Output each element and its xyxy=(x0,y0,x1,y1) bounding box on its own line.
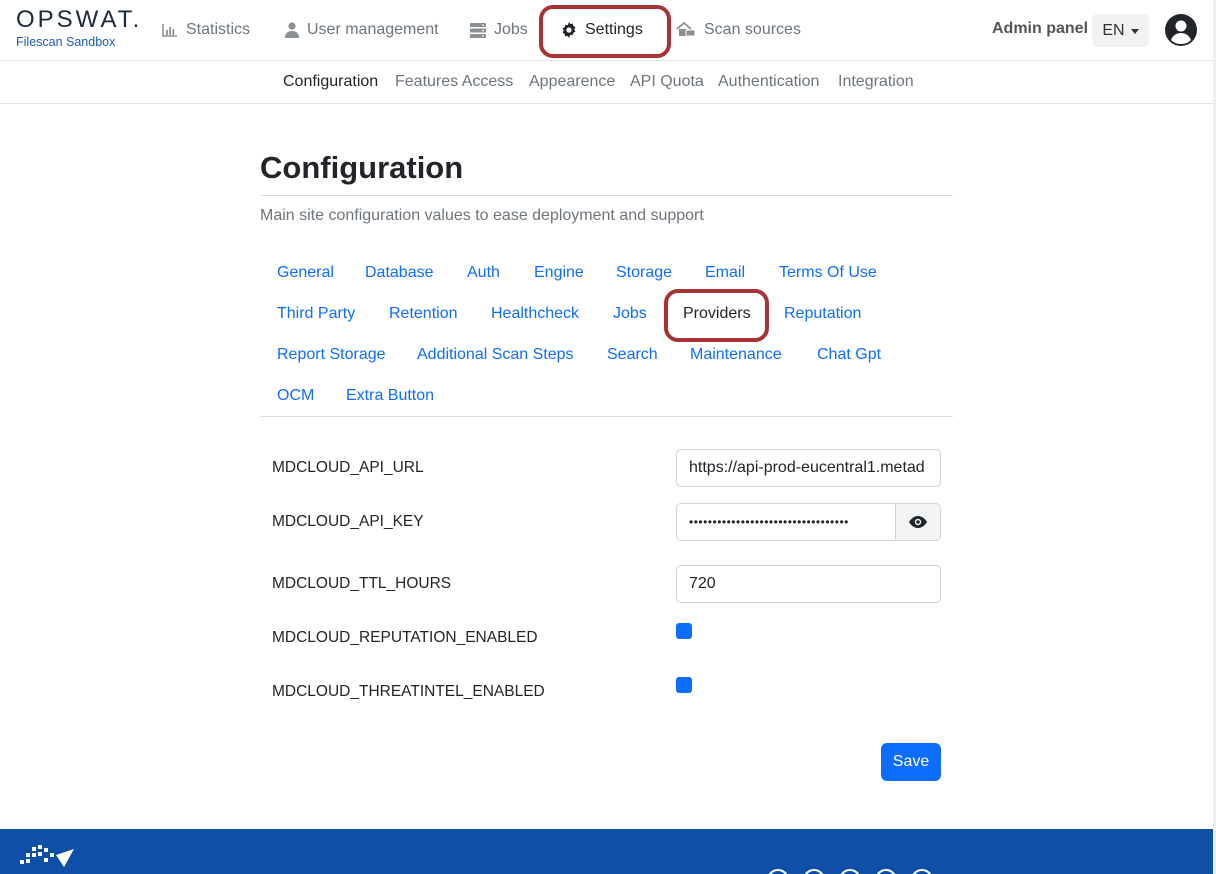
tab-general[interactable]: General xyxy=(277,264,334,282)
title-divider xyxy=(260,195,953,196)
admin-panel-link[interactable]: Admin panel xyxy=(992,20,1088,38)
language-label: EN xyxy=(1102,21,1125,39)
gear-icon xyxy=(562,22,576,38)
server-icon xyxy=(470,22,486,38)
save-button[interactable]: Save xyxy=(881,743,941,781)
tab-database[interactable]: Database xyxy=(365,264,434,282)
ttl-hours-input[interactable] xyxy=(676,565,941,603)
tab-storage[interactable]: Storage xyxy=(616,264,672,282)
tab-additional-scan-steps[interactable]: Additional Scan Steps xyxy=(417,346,574,364)
tab-reputation[interactable]: Reputation xyxy=(784,305,861,323)
subnav-appearence[interactable]: Appearence xyxy=(529,73,615,91)
nav-statistics[interactable]: Statistics xyxy=(162,16,250,44)
tab-maintenance[interactable]: Maintenance xyxy=(690,346,782,364)
subnav-features-access[interactable]: Features Access xyxy=(395,73,513,91)
api-url-input[interactable] xyxy=(676,449,941,487)
subnav-api-quota[interactable]: API Quota xyxy=(630,73,704,91)
threatintel-enabled-checkbox[interactable] xyxy=(676,677,692,693)
subnav-integration[interactable]: Integration xyxy=(838,73,914,91)
language-dropdown[interactable]: EN xyxy=(1092,14,1149,47)
bar-chart-icon xyxy=(162,24,177,37)
page-description: Main site configuration values to ease d… xyxy=(260,207,704,224)
user-avatar[interactable] xyxy=(1165,14,1197,51)
api-key-label: MDCLOUD_API_KEY xyxy=(272,513,424,530)
tab-extra-button[interactable]: Extra Button xyxy=(346,387,434,405)
tab-retention[interactable]: Retention xyxy=(389,305,458,323)
eye-icon xyxy=(909,516,927,528)
social-icon-1[interactable] xyxy=(767,869,789,874)
api-url-label: MDCLOUD_API_URL xyxy=(272,459,424,476)
nav-settings-label: Settings xyxy=(585,21,643,38)
reputation-enabled-checkbox[interactable] xyxy=(676,623,692,639)
nav-statistics-label: Statistics xyxy=(186,21,251,38)
tab-engine[interactable]: Engine xyxy=(534,264,584,282)
user-circle-icon xyxy=(1165,14,1197,46)
house-laptop-icon xyxy=(676,22,696,37)
toggle-visibility-button[interactable] xyxy=(895,503,941,541)
social-icon-3[interactable] xyxy=(839,869,861,874)
nav-jobs[interactable]: Jobs xyxy=(470,16,528,44)
tab-jobs[interactable]: Jobs xyxy=(613,305,647,323)
tab-report-storage[interactable]: Report Storage xyxy=(277,346,386,364)
opswat-emblem-icon xyxy=(20,845,74,867)
nav-settings[interactable]: Settings xyxy=(561,16,643,44)
reputation-enabled-label: MDCLOUD_REPUTATION_ENABLED xyxy=(272,629,538,646)
settings-subnav: Configuration Features Access Appearence… xyxy=(0,61,1213,104)
nav-scan-sources[interactable]: Scan sources xyxy=(676,16,801,44)
tab-terms-of-use[interactable]: Terms Of Use xyxy=(779,264,877,282)
user-icon xyxy=(285,22,299,38)
tab-ocm[interactable]: OCM xyxy=(277,387,314,405)
nav-scan-sources-label: Scan sources xyxy=(704,21,801,38)
nav-user-management-label: User management xyxy=(307,21,439,38)
nav-jobs-label: Jobs xyxy=(494,21,528,38)
threatintel-enabled-label: MDCLOUD_THREATINTEL_ENABLED xyxy=(272,683,545,700)
tab-chat-gpt[interactable]: Chat Gpt xyxy=(817,346,881,364)
tab-providers[interactable]: Providers xyxy=(683,305,751,323)
ttl-hours-label: MDCLOUD_TTL_HOURS xyxy=(272,575,452,592)
brand-name: OPSWAT. xyxy=(16,6,143,33)
caret-down-icon xyxy=(1130,29,1139,34)
tabs-divider xyxy=(260,416,953,417)
social-icon-5[interactable] xyxy=(911,869,933,874)
brand-product: Filescan Sandbox xyxy=(16,35,116,49)
tab-third-party[interactable]: Third Party xyxy=(277,305,355,323)
footer xyxy=(0,829,1213,874)
api-key-input[interactable] xyxy=(676,503,896,541)
tab-auth[interactable]: Auth xyxy=(467,264,500,282)
tab-email[interactable]: Email xyxy=(705,264,745,282)
nav-user-management[interactable]: User management xyxy=(285,16,439,44)
subnav-authentication[interactable]: Authentication xyxy=(718,73,819,91)
social-icon-2[interactable] xyxy=(803,869,825,874)
tab-search[interactable]: Search xyxy=(607,346,658,364)
brand-logo[interactable]: OPSWAT. Filescan Sandbox xyxy=(16,6,142,49)
page-title: Configuration xyxy=(260,150,464,185)
top-navbar: OPSWAT. Filescan Sandbox Statistics User… xyxy=(0,0,1213,61)
subnav-configuration[interactable]: Configuration xyxy=(283,73,378,91)
tab-healthcheck[interactable]: Healthcheck xyxy=(491,305,579,323)
social-icon-4[interactable] xyxy=(875,869,897,874)
